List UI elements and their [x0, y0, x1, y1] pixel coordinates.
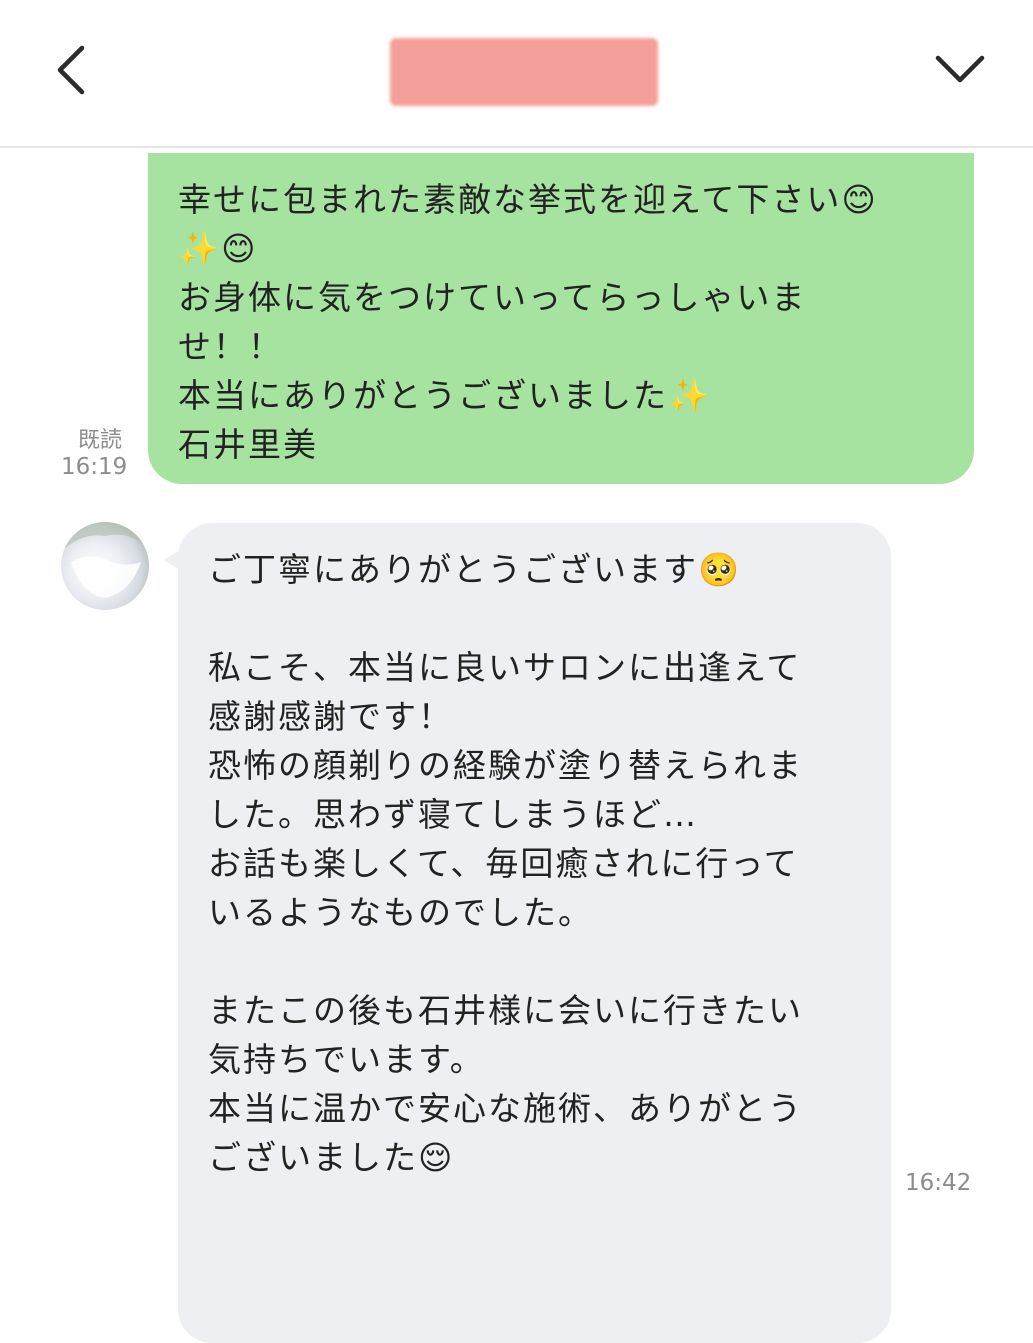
- received-message-text: ご丁寧にありがとうございます🥺 私こそ、本当に良いサロンに出逢えて 感謝感謝です…: [208, 550, 803, 1177]
- sent-message-text: 幸せに包まれた素敵な挙式を迎えて下さい😊 ✨😊 お身体に気をつけていってらっしゃ…: [178, 180, 878, 464]
- redacted-contact-name: [390, 38, 658, 106]
- back-button[interactable]: [48, 38, 108, 102]
- chevron-down-icon: [935, 55, 985, 83]
- avatar-image: [61, 522, 149, 598]
- chevron-left-icon: [57, 45, 85, 95]
- avatar[interactable]: [61, 522, 149, 610]
- sent-timestamp: 16:19: [61, 454, 128, 480]
- message-list[interactable]: 幸せに包まれた素敵な挙式を迎えて下さい😊 ✨😊 お身体に気をつけていってらっしゃ…: [0, 148, 1033, 1343]
- sent-message-bubble[interactable]: 幸せに包まれた素敵な挙式を迎えて下さい😊 ✨😊 お身体に気をつけていってらっしゃ…: [148, 153, 974, 484]
- received-message-bubble[interactable]: ご丁寧にありがとうございます🥺 私こそ、本当に良いサロンに出逢えて 感謝感謝です…: [178, 523, 891, 1343]
- received-timestamp: 16:42: [905, 1170, 972, 1196]
- chat-header: [0, 0, 1033, 148]
- header-menu-button[interactable]: [928, 44, 992, 94]
- read-receipt: 既読: [78, 428, 123, 453]
